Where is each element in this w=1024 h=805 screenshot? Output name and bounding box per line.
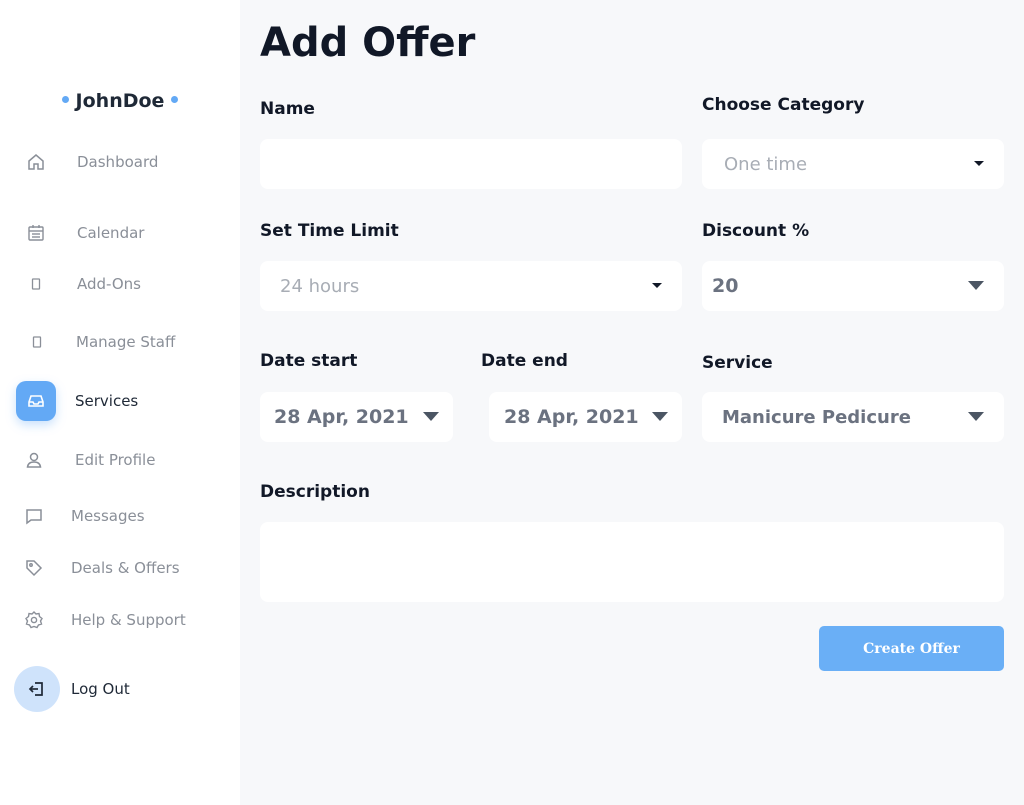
date-end-picker[interactable]: 28 Apr, 2021 <box>489 392 682 442</box>
service-label: Service <box>702 353 773 373</box>
chevron-down-icon <box>968 281 984 290</box>
description-textarea[interactable] <box>260 522 1004 602</box>
sidebar-item-label: Help & Support <box>71 611 186 629</box>
sidebar-item-messages[interactable]: Messages <box>0 496 240 536</box>
discount-label: Discount % <box>702 221 810 241</box>
sidebar-item-label: Log Out <box>71 680 130 698</box>
sidebar-item-add-ons[interactable]: Add-Ons <box>0 264 240 304</box>
sidebar-item-label: Add-Ons <box>77 275 141 293</box>
sidebar-item-label: Manage Staff <box>76 333 176 351</box>
sidebar-item-calendar[interactable]: Calendar <box>0 213 240 253</box>
sidebar-item-label: Edit Profile <box>75 451 156 469</box>
description-label: Description <box>260 482 370 502</box>
tag-icon <box>14 548 54 588</box>
chevron-down-icon <box>652 283 662 288</box>
chevron-down-icon <box>652 412 668 421</box>
name-label: Name <box>260 99 315 119</box>
sidebar-item-deals-offers[interactable]: Deals & Offers <box>0 548 240 588</box>
chevron-down-icon <box>968 412 984 421</box>
status-dot <box>61 96 69 103</box>
date-start-picker[interactable]: 28 Apr, 2021 <box>260 392 453 442</box>
sidebar-item-services[interactable]: Services <box>0 381 240 421</box>
name-input[interactable] <box>260 139 682 189</box>
chevron-down-icon <box>974 161 984 166</box>
page-title: Add Offer <box>260 20 476 66</box>
user-icon <box>14 440 54 480</box>
sidebar-item-dashboard[interactable]: Dashboard <box>0 142 240 182</box>
sidebar-item-manage-staff[interactable]: Manage Staff <box>0 322 240 362</box>
create-offer-button[interactable]: Create Offer <box>819 626 1004 671</box>
sidebar-item-label: Deals & Offers <box>71 559 180 577</box>
time-limit-select[interactable]: 24 hours <box>260 261 682 311</box>
sidebar-item-label: Services <box>75 392 139 410</box>
date-start-label: Date start <box>260 351 358 371</box>
logout-icon <box>14 666 60 712</box>
inbox-icon <box>16 381 56 421</box>
status-dot <box>171 96 179 103</box>
date-end-label: Date end <box>481 351 568 371</box>
discount-select[interactable]: 20 <box>702 261 1004 311</box>
sidebar-item-label: Dashboard <box>77 153 159 171</box>
sidebar-item-log-out[interactable]: Log Out <box>0 666 240 712</box>
sidebar: JohnDoe Dashboard Calendar Add-Ons Manag… <box>0 0 240 805</box>
category-label: Choose Category <box>702 95 865 115</box>
staff-icon <box>17 322 57 362</box>
message-icon <box>14 496 54 536</box>
sidebar-item-label: Calendar <box>77 224 145 242</box>
home-icon <box>16 142 56 182</box>
calendar-icon <box>16 213 56 253</box>
user-name: JohnDoe <box>0 90 240 112</box>
main-content: Add Offer Name Choose Category One time … <box>240 0 1024 805</box>
sidebar-item-edit-profile[interactable]: Edit Profile <box>0 440 240 480</box>
sidebar-item-label: Messages <box>71 507 145 525</box>
sidebar-item-help-support[interactable]: Help & Support <box>0 600 240 640</box>
time-limit-label: Set Time Limit <box>260 221 399 241</box>
gear-icon <box>14 600 54 640</box>
category-select[interactable]: One time <box>702 139 1004 189</box>
service-select[interactable]: Manicure Pedicure <box>702 392 1004 442</box>
chevron-down-icon <box>423 412 439 421</box>
addons-icon <box>16 264 56 304</box>
